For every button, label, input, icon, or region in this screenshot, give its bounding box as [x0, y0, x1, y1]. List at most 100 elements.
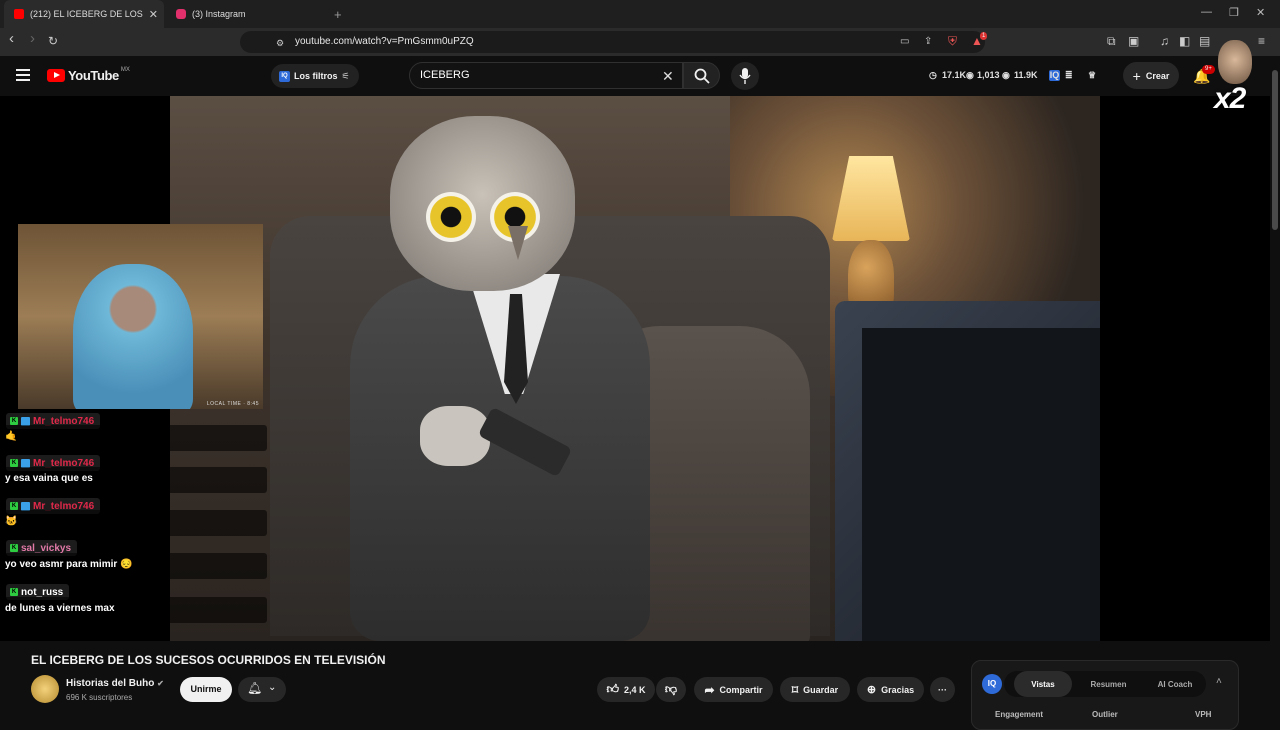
chat-text: y esa vaina que es — [0, 467, 267, 493]
subscription-bell-button[interactable]: 🔔︎ ⌄ — [238, 677, 286, 702]
owl-eye — [426, 192, 476, 242]
youtube-play-icon — [47, 69, 65, 82]
share-arrow-icon: ➦ — [704, 682, 715, 697]
like-count: 2,4 K — [624, 684, 646, 695]
guide-menu-icon[interactable] — [16, 69, 30, 81]
extensions-icon[interactable]: ⧉ — [1107, 34, 1116, 48]
cam-caption: LOCAL TIME · 8:45 — [206, 401, 259, 407]
youtube-logo[interactable]: YouTube MX — [47, 66, 130, 83]
chevron-down-icon: ⌄ — [268, 682, 277, 693]
thumbs-down-icon: 👎︎ — [664, 682, 678, 696]
stat-subs: 11.9K — [1014, 70, 1038, 80]
voice-search-button[interactable] — [731, 62, 759, 90]
vidiq-logo-icon: IQ — [982, 674, 1002, 694]
owl-hand — [420, 406, 490, 466]
channel-avatar[interactable] — [31, 675, 59, 703]
chat-username: not_russ — [21, 586, 64, 598]
create-label: Crear — [1145, 70, 1170, 81]
sidebar-icon[interactable]: ◧ — [1179, 34, 1190, 48]
search-icon — [694, 68, 710, 84]
bell-icon: 🔔︎ — [247, 681, 263, 695]
notification-badge: 9+ — [1202, 65, 1215, 74]
brave-shield-icon[interactable]: ⛨ — [948, 34, 957, 48]
more-actions-button[interactable]: ··· — [930, 677, 955, 702]
stat-views: 1,013 — [977, 70, 1000, 80]
youtube-favicon-icon — [14, 9, 24, 19]
more-icon: ··· — [938, 684, 947, 695]
tab-instagram[interactable]: (3) Instagram — [166, 0, 326, 28]
reload-icon[interactable]: ↻ — [48, 34, 58, 48]
address-bar[interactable]: ⚙ youtube.com/watch?v=PmGsmm0uPZQ ▭ ⇪ ⛨ … — [240, 31, 988, 53]
microphone-icon — [739, 68, 751, 84]
instagram-favicon-icon — [176, 9, 186, 19]
extension-icon[interactable]: ▣ — [1128, 34, 1139, 48]
maximize-icon[interactable]: ❐ — [1229, 6, 1239, 19]
minimize-icon[interactable]: — — [1201, 6, 1212, 18]
region-code: MX — [120, 66, 130, 73]
filters-button[interactable]: IQ Los filtros ⚟ — [271, 64, 359, 88]
tab-ai-coach[interactable]: AI Coach — [1144, 671, 1206, 697]
search-button[interactable] — [683, 62, 720, 89]
iq-icon: IQ — [279, 70, 290, 82]
close-window-icon[interactable]: ✕ — [1256, 6, 1265, 19]
chat-text: 🐱 — [0, 510, 267, 536]
search-box[interactable]: ICEBERG ✕ — [409, 62, 683, 89]
subscriber-count: 696 K suscriptores — [66, 693, 133, 702]
dislike-button[interactable]: 👎︎ — [656, 677, 686, 702]
shield-count-badge: 1 — [980, 32, 988, 40]
share-button[interactable]: ➦ Compartir — [694, 677, 773, 702]
clear-search-icon[interactable]: ✕ — [662, 68, 674, 85]
filters-label: Los filtros — [294, 71, 338, 81]
chat-text: yo veo asmr para mimir 😔 — [0, 553, 267, 579]
save-button[interactable]: ⌑ Guardar — [780, 677, 850, 702]
tab-resumen[interactable]: Resumen — [1076, 671, 1141, 697]
youtube-masthead: YouTube MX IQ Los filtros ⚟ ICEBERG ✕ ◷ … — [0, 56, 1280, 96]
chat-text: 🤙 — [0, 425, 267, 451]
collapse-chevron-icon[interactable]: ˄ — [1216, 676, 1222, 687]
thumbs-up-icon: 👍︎ — [606, 682, 620, 696]
browser-toolbar: ‹ › ↻ ⌑ ⚙ youtube.com/watch?v=PmGsmm0uPZ… — [0, 28, 1280, 56]
join-button[interactable]: Unirme — [180, 677, 232, 702]
cast-icon[interactable]: ▭ — [900, 35, 909, 49]
list-icon[interactable]: ≣ — [1065, 70, 1073, 81]
new-tab-button[interactable]: + — [334, 0, 350, 28]
tab-title: (3) Instagram — [192, 9, 246, 19]
create-button[interactable]: + Crear — [1123, 62, 1179, 89]
eye-icon: ◉ — [966, 70, 974, 80]
television-screen — [862, 328, 1100, 641]
eye-icon: ◉ — [1002, 70, 1010, 80]
back-icon[interactable]: ‹ — [9, 31, 14, 46]
kick-icon: K — [10, 502, 18, 510]
tab-youtube[interactable]: (212) EL ICEBERG DE LOS SUCES ✕ — [4, 0, 164, 28]
streamer-emote-avatar — [1218, 40, 1252, 84]
column-outlier: Outlier — [1092, 710, 1118, 719]
channel-name[interactable]: Historias del Buho ✔ — [66, 678, 164, 689]
streamer-webcam: LOCAL TIME · 8:45 — [18, 224, 263, 409]
thanks-button[interactable]: ⊕ Gracias — [857, 677, 924, 702]
search-input[interactable]: ICEBERG — [420, 69, 620, 81]
trophy-icon[interactable]: ♕ — [1088, 70, 1096, 81]
scrollbar-thumb[interactable] — [1272, 70, 1278, 230]
menu-icon[interactable]: ≡ — [1258, 34, 1265, 48]
video-info: EL ICEBERG DE LOS SUCESOS OCURRIDOS EN T… — [0, 641, 1280, 730]
tab-vistas[interactable]: Vistas — [1014, 671, 1072, 697]
multiplier-label: x2 — [1214, 82, 1246, 115]
save-label: Guardar — [803, 684, 839, 695]
share-page-icon[interactable]: ⇪ — [924, 35, 932, 49]
close-tab-icon[interactable]: ✕ — [149, 8, 158, 21]
browser-tab-strip: (212) EL ICEBERG DE LOS SUCES ✕ (3) Inst… — [0, 0, 1280, 28]
wallet-icon[interactable]: ▤ — [1199, 34, 1210, 48]
video-player[interactable]: LOCAL TIME · 8:45 K Mr_telmo746 🤙 K Mr_tel… — [0, 96, 1270, 720]
kick-icon: K — [10, 544, 18, 552]
media-icon[interactable]: ♫ — [1160, 34, 1169, 48]
iq-icon[interactable]: IQ — [1049, 70, 1060, 81]
video-title: EL ICEBERG DE LOS SUCESOS OCURRIDOS EN T… — [31, 653, 386, 667]
column-engagement: Engagement — [995, 710, 1044, 719]
kick-icon: K — [10, 588, 18, 596]
site-info-icon[interactable]: ⚙ — [276, 36, 284, 50]
column-vph: VPH — [1195, 710, 1212, 719]
stat-watch-time: 17.1K — [942, 70, 967, 80]
forward-icon[interactable]: › — [30, 31, 35, 46]
like-button[interactable]: 👍︎ 2,4 K — [597, 677, 655, 702]
chat-username: sal_vickys — [21, 542, 72, 554]
